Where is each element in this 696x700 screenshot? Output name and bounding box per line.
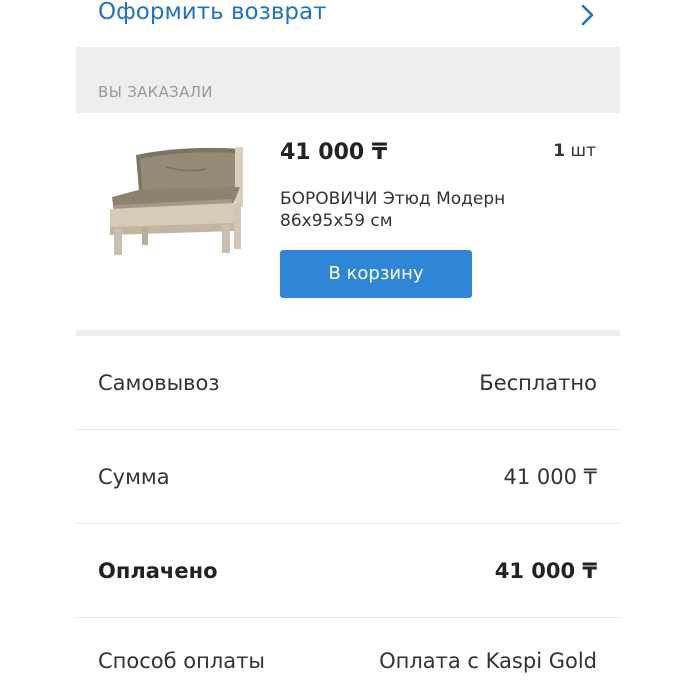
chevron-right-icon bbox=[581, 4, 594, 26]
quantity-number: 1 bbox=[553, 141, 566, 161]
item-price: 41 000 ₸ bbox=[280, 140, 388, 165]
add-to-cart-button[interactable]: В корзину bbox=[280, 250, 472, 298]
summary-value: Бесплатно bbox=[479, 371, 597, 395]
summary-value: Оплата с Kaspi Gold bbox=[379, 649, 597, 673]
summary-value: 41 000 ₸ bbox=[494, 559, 597, 583]
item-quantity: 1 шт bbox=[553, 141, 596, 161]
order-details-column: Оформить возврат ВЫ ЗАКАЗАЛИ 41 000 ₸ 1 … bbox=[76, 0, 620, 700]
quantity-unit: шт bbox=[570, 141, 596, 161]
return-row[interactable]: Оформить возврат bbox=[76, 0, 620, 47]
summary-label: Способ оплаты bbox=[98, 649, 265, 673]
product-name[interactable]: БОРОВИЧИ Этюд Модерн 86x95x59 см bbox=[280, 188, 580, 232]
order-summary: Самовывоз Бесплатно Сумма 41 000 ₸ Оплач… bbox=[76, 336, 620, 700]
summary-row-payment-method: Способ оплаты Оплата с Kaspi Gold bbox=[76, 618, 620, 700]
summary-row-delivery: Самовывоз Бесплатно bbox=[76, 336, 620, 430]
summary-label: Самовывоз bbox=[98, 371, 220, 395]
section-title-ordered: ВЫ ЗАКАЗАЛИ bbox=[98, 83, 213, 101]
summary-row-total: Сумма 41 000 ₸ bbox=[76, 430, 620, 524]
summary-row-paid: Оплачено 41 000 ₸ bbox=[76, 524, 620, 618]
summary-label: Оплачено bbox=[98, 559, 218, 583]
summary-value: 41 000 ₸ bbox=[503, 465, 597, 489]
summary-label: Сумма bbox=[98, 465, 170, 489]
return-link[interactable]: Оформить возврат bbox=[98, 0, 327, 26]
order-item-card: 41 000 ₸ 1 шт БОРОВИЧИ Этюд Модерн 86x95… bbox=[76, 113, 620, 330]
product-image[interactable] bbox=[106, 143, 248, 257]
page: Оформить возврат ВЫ ЗАКАЗАЛИ 41 000 ₸ 1 … bbox=[0, 0, 696, 700]
